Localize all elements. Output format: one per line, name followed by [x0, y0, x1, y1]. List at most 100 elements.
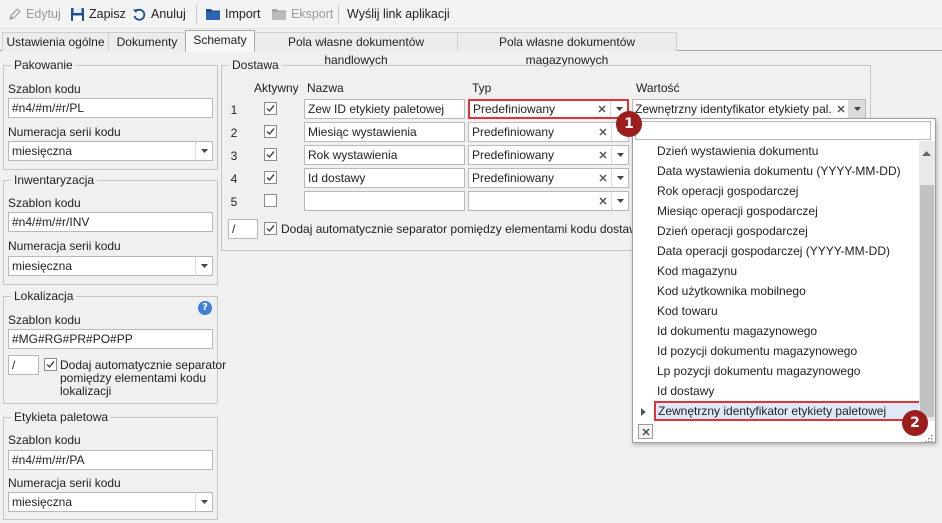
row-type-select[interactable]: Predefiniowany [468, 99, 629, 119]
clear-icon[interactable] [595, 123, 610, 141]
close-icon[interactable] [638, 424, 653, 439]
clear-icon[interactable] [595, 192, 610, 210]
checkmark-icon [46, 361, 55, 369]
dropdown-option[interactable]: Rok operacji gospodarczej [657, 181, 798, 201]
dropdown-search-input[interactable] [635, 121, 931, 140]
etykieta-template-input[interactable]: #n4/#m/#r/PA [8, 450, 213, 470]
row-active-checkbox[interactable] [264, 171, 277, 184]
row-type-select[interactable] [468, 191, 629, 211]
dropdown-option[interactable]: Dzień operacji gospodarczej [657, 221, 808, 241]
dropdown-list: Dzień wystawienia dokumentu Data wystawi… [634, 141, 934, 421]
select-value: miesięczna [12, 495, 73, 509]
checkmark-icon [266, 128, 275, 136]
select-value: Predefiniowany [472, 148, 555, 162]
row-active-checkbox[interactable] [264, 125, 277, 138]
clear-icon[interactable] [594, 101, 609, 117]
checkmark-icon [266, 105, 275, 113]
dropdown-option[interactable]: Dzień wystawienia dokumentu [657, 141, 818, 161]
row-name-input[interactable]: Miesiąc wystawienia [304, 122, 465, 142]
chevron-down-icon[interactable] [195, 493, 212, 511]
row-number: 2 [230, 126, 238, 140]
auto-separator-label: Dodaj automatycznie separator pomiędzy e… [281, 222, 644, 236]
scrollbar-thumb[interactable] [920, 185, 934, 417]
row-type-select[interactable]: Predefiniowany [468, 168, 629, 188]
row-active-checkbox[interactable] [264, 148, 277, 161]
clear-icon[interactable] [833, 100, 848, 118]
tab-bar: Ustawienia ogólne Dokumenty Schematy Pol… [0, 29, 942, 67]
lokalizacja-separator-input[interactable]: / [8, 355, 39, 375]
auto-separator-label: Dodaj automatycznie separator [60, 358, 227, 372]
dropdown-option[interactable]: Miesiąc operacji gospodarczej [657, 201, 818, 221]
folder-icon [206, 9, 220, 20]
export-button[interactable]: Eksport [271, 4, 333, 24]
save-button-label: Zapisz [89, 7, 126, 21]
dropdown-option[interactable]: Kod użytkownika mobilnego [657, 281, 806, 301]
row-value-select[interactable]: Zewnętrzny identyfikator etykiety pal... [632, 99, 866, 119]
export-button-label: Eksport [291, 7, 334, 21]
dropdown-option[interactable]: Data wystawienia dokumentu (YYYY-MM-DD) [657, 161, 901, 181]
row-name-input[interactable]: Zew ID etykiety paletowej [304, 99, 465, 119]
pakowanie-numbering-select[interactable]: miesięczna [8, 141, 213, 161]
dropdown-option[interactable]: Id dokumentu magazynowego [657, 321, 817, 341]
row-active-checkbox[interactable] [264, 102, 277, 115]
dropdown-option[interactable]: Id dostawy [657, 381, 714, 401]
dostawa-separator-input[interactable]: / [228, 219, 258, 239]
dropdown-option[interactable]: Kod towaru [657, 301, 718, 321]
send-link-button[interactable]: Wyślij link aplikacji [347, 4, 450, 24]
clear-icon[interactable] [595, 146, 610, 164]
lokalizacja-template-input[interactable]: #MG#RG#PR#PO#PP [8, 329, 213, 349]
inwentaryzacja-template-input[interactable]: #n4/#m/#r/INV [8, 212, 213, 232]
tab-general-settings[interactable]: Ustawienia ogólne [2, 32, 109, 51]
cancel-button[interactable]: Anuluj [132, 4, 186, 24]
row-name-input[interactable]: Id dostawy [304, 168, 465, 188]
import-button[interactable]: Import [205, 4, 260, 24]
template-label: Szablon kodu [8, 433, 81, 447]
select-value: Predefiniowany [472, 171, 555, 185]
select-value: miesięczna [12, 259, 73, 273]
checkmark-icon [266, 225, 275, 233]
chevron-down-icon[interactable] [611, 192, 628, 210]
lokalizacja-auto-separator-checkbox[interactable] [44, 358, 57, 371]
chevron-down-icon[interactable] [611, 146, 628, 164]
clear-icon[interactable] [595, 169, 610, 187]
dropdown-option-selected[interactable]: Zewnętrzny identyfikator etykiety paleto… [654, 401, 921, 421]
save-icon [71, 7, 84, 21]
chevron-down-icon[interactable] [195, 257, 212, 275]
row-type-select[interactable]: Predefiniowany [468, 145, 629, 165]
tab-trade-doc-custom-fields[interactable]: Pola własne dokumentów handlowych [254, 32, 458, 67]
dropdown-option[interactable]: Id pozycji dokumentu magazynowego [657, 341, 857, 361]
dostawa-auto-separator-checkbox[interactable] [264, 222, 277, 235]
tab-schemes[interactable]: Schematy [185, 30, 255, 52]
inwentaryzacja-numbering-select[interactable]: miesięczna [8, 256, 213, 276]
dropdown-option[interactable]: Lp pozycji dokumentu magazynowego [657, 361, 860, 381]
edit-button[interactable]: Edytuj [8, 4, 61, 24]
dropdown-option[interactable]: Kod magazynu [657, 261, 737, 281]
resize-grip-icon[interactable] [924, 432, 933, 446]
help-icon[interactable]: ? [198, 301, 212, 315]
column-header-value: Wartość [636, 81, 680, 95]
row-name-input[interactable] [304, 191, 465, 211]
row-name-input[interactable]: Rok wystawienia [304, 145, 465, 165]
row-type-select[interactable]: Predefiniowany [468, 122, 629, 142]
chevron-down-icon[interactable] [848, 100, 865, 118]
template-label: Szablon kodu [8, 82, 81, 96]
scroll-up-icon[interactable] [922, 145, 931, 159]
group-title: Pakowanie [11, 58, 76, 72]
group-title: Inwentaryzacja [11, 173, 98, 187]
tab-documents[interactable]: Dokumenty [108, 32, 186, 51]
send-link-button-label: Wyślij link aplikacji [347, 7, 450, 21]
row-indicator-icon [641, 405, 646, 419]
row-active-checkbox[interactable] [264, 194, 277, 207]
chevron-down-icon[interactable] [195, 142, 212, 160]
save-button[interactable]: Zapisz [70, 4, 126, 24]
edit-button-label: Edytuj [26, 7, 61, 21]
dropdown-scrollbar[interactable] [919, 141, 935, 421]
pakowanie-template-input[interactable]: #n4/#m/#r/PL [8, 98, 213, 118]
row-number: 4 [230, 172, 238, 186]
column-header-type: Typ [472, 81, 492, 95]
chevron-down-icon[interactable] [611, 169, 628, 187]
dropdown-option[interactable]: Data operacji gospodarczej (YYYY-MM-DD) [657, 241, 890, 261]
etykieta-numbering-select[interactable]: miesięczna [8, 492, 213, 512]
tab-warehouse-doc-custom-fields[interactable]: Pola własne dokumentów magazynowych [457, 32, 677, 67]
toolbar-separator [196, 5, 197, 23]
